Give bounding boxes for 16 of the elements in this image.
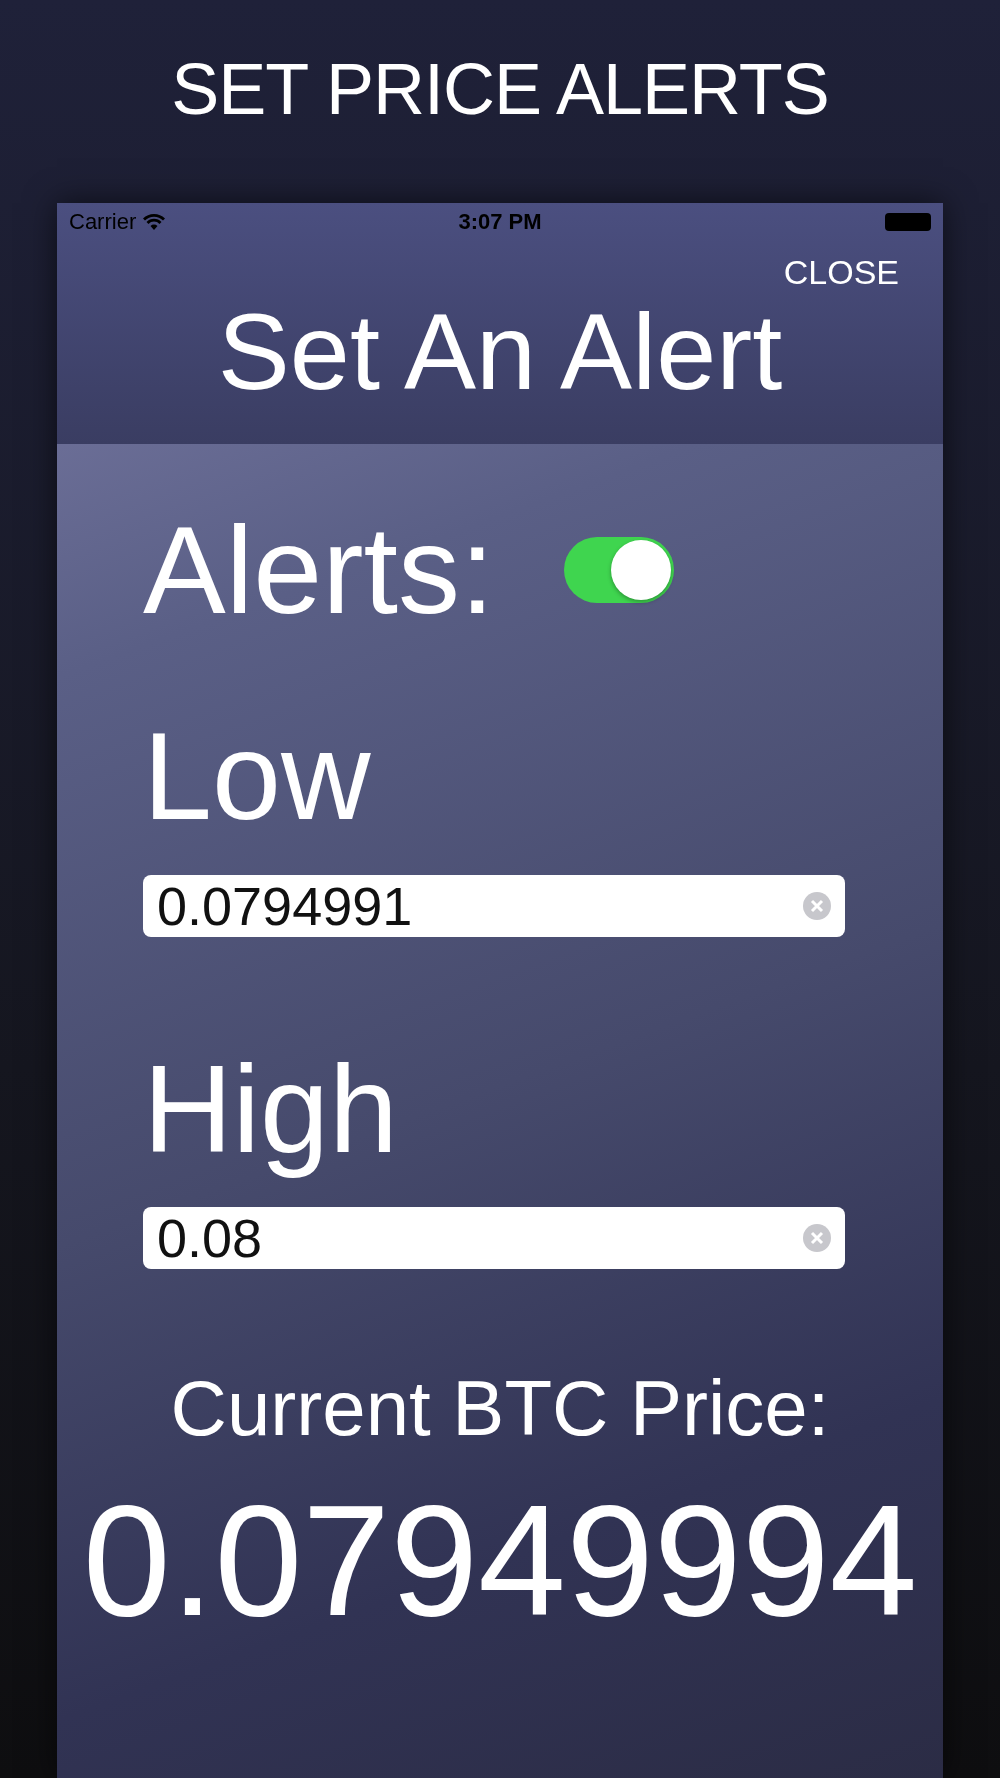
- clear-icon[interactable]: [803, 891, 831, 920]
- carrier-label: Carrier: [69, 209, 137, 235]
- status-time: 3:07 PM: [458, 209, 542, 235]
- alerts-label: Alerts:: [143, 502, 495, 639]
- current-price-label: Current BTC Price:: [169, 1363, 831, 1455]
- price-input-field[interactable]: 0.0794991: [143, 874, 845, 937]
- clear-icon[interactable]: [803, 1224, 831, 1253]
- field-label: Low: [143, 708, 372, 845]
- field-label: High: [143, 1040, 400, 1178]
- price-input-field[interactable]: 0.08: [143, 1207, 845, 1270]
- battery-icon: [885, 213, 931, 231]
- headline: SET PRICE ALERTS: [171, 48, 829, 131]
- screen-title: Set An Alert: [216, 298, 784, 406]
- close-button[interactable]: CLOSE: [783, 253, 899, 292]
- current-price-value: 0.07949994: [81, 1474, 919, 1648]
- wifi-icon: [142, 213, 167, 231]
